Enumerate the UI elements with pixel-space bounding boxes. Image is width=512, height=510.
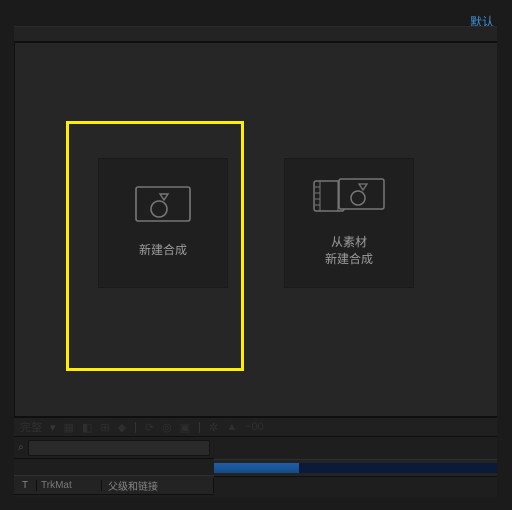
quality-dropdown[interactable]: 完整 <box>20 419 42 435</box>
timeline-search-input[interactable] <box>28 440 210 456</box>
project-empty-panel: 新建合成 <box>14 42 497 417</box>
timecode-icon[interactable]: ⌕ <box>18 442 24 453</box>
tile-label: 从素材 新建合成 <box>325 234 373 269</box>
column-parent[interactable]: 父级和链接 <box>102 478 214 493</box>
composition-icon <box>135 186 191 222</box>
reset-exposure-icon[interactable]: ⟳ <box>145 421 154 434</box>
viewer-footer-toolbar: 完整 ▾ ▦ ◧ ⊞ ◆ | ⟳ ◎ ▣ | ✲ ▲ ~00 <box>14 417 497 437</box>
channel-icon[interactable]: ◆ <box>118 421 126 434</box>
media-composition-icon <box>313 178 385 214</box>
mask-icon[interactable]: ◧ <box>82 421 92 434</box>
3d-icon[interactable]: ▲ <box>226 421 237 433</box>
snapshot-icon[interactable]: ◎ <box>162 421 172 434</box>
work-area-active[interactable] <box>214 463 299 473</box>
new-composition-tile[interactable]: 新建合成 <box>98 158 228 288</box>
region-icon[interactable]: ▣ <box>180 421 190 434</box>
column-t[interactable]: T <box>14 480 37 491</box>
timeline-controls: ⌕ <box>14 437 214 459</box>
tab-bar <box>14 26 497 42</box>
new-composition-from-footage-tile[interactable]: 从素材 新建合成 <box>284 158 414 288</box>
tile-label: 新建合成 <box>139 242 187 259</box>
guides-icon[interactable]: ⊞ <box>100 421 109 434</box>
grid-icon[interactable]: ▦ <box>64 421 74 434</box>
time-ruler[interactable] <box>214 459 497 477</box>
timeline-column-headers: T TrkMat 父级和链接 <box>14 475 214 495</box>
time-label: ~00 <box>245 421 264 433</box>
fan-icon[interactable]: ✲ <box>209 421 218 434</box>
timeline-panel: ⌕ T TrkMat 父级和链接 <box>14 436 497 497</box>
column-trkmat[interactable]: TrkMat <box>37 480 102 491</box>
